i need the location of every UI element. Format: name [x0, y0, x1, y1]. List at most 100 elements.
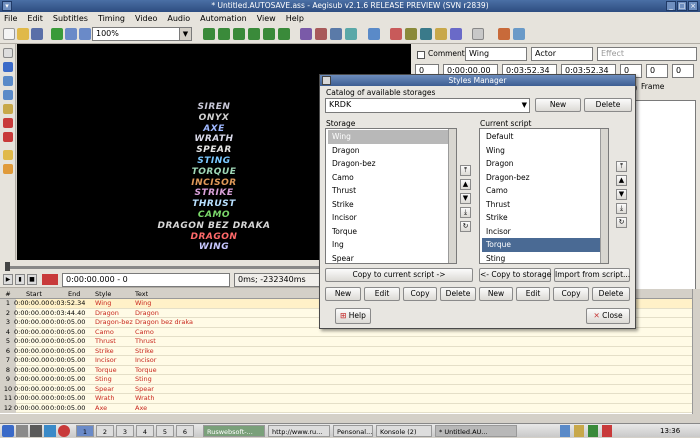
task-browser[interactable]: http://www.ru...: [268, 425, 330, 437]
desktop-pager-6[interactable]: 6: [176, 425, 194, 437]
storage-move-top-icon[interactable]: ⤒: [460, 165, 471, 176]
timing-icon[interactable]: [218, 28, 230, 40]
menu-subtitles[interactable]: Subtitles: [53, 12, 88, 25]
storage-list[interactable]: Wing Dragon Dragon-bez Camo Thrust Strike Inci…: [325, 128, 457, 264]
window-menu-icon[interactable]: ▾: [2, 1, 12, 11]
task-personal[interactable]: Pensonal...: [333, 425, 373, 437]
task-ruswebsoft[interactable]: Ruswebsoft-...: [203, 425, 265, 437]
storage-list-item[interactable]: Dragon: [328, 144, 448, 158]
scale-tool-icon[interactable]: [3, 104, 13, 114]
storage-edit-button[interactable]: Edit: [364, 287, 400, 301]
storage-move-up-icon[interactable]: ▲: [460, 179, 471, 190]
timing-icon[interactable]: [233, 28, 245, 40]
import-from-script-button[interactable]: Import from script...: [554, 268, 630, 282]
effect-field[interactable]: Effect: [597, 47, 697, 61]
vector-clip-icon[interactable]: [3, 132, 13, 142]
storage-list-item[interactable]: Spear: [328, 252, 448, 264]
timing-icon[interactable]: [263, 28, 275, 40]
current-list-item[interactable]: Default: [482, 130, 600, 144]
current-delete-button[interactable]: Delete: [592, 287, 630, 301]
storage-list-item[interactable]: Strike: [328, 198, 448, 212]
table-row[interactable]: 12 0:00:00.00 0:00:05.00 Axe Axe: [0, 403, 692, 413]
table-row[interactable]: 10 0:00:00.00 0:00:05.00 Spear Spear: [0, 384, 692, 394]
catalog-select[interactable]: KRDK ▼: [325, 98, 530, 113]
resample-icon[interactable]: [405, 28, 417, 40]
current-list-item[interactable]: Sting: [482, 252, 600, 264]
table-row[interactable]: 11 0:00:00.00 0:00:05.00 Wrath Wrath: [0, 394, 692, 404]
menu-help[interactable]: Help: [286, 12, 304, 25]
show-desktop-icon[interactable]: [16, 425, 28, 437]
start-menu-icon[interactable]: [2, 425, 14, 437]
help-tool-icon[interactable]: [3, 164, 13, 174]
task-aegisub[interactable]: * Untitled.AU...: [435, 425, 517, 437]
storage-list-item[interactable]: Torque: [328, 225, 448, 239]
translation-icon[interactable]: [390, 28, 402, 40]
kanji-timer-icon[interactable]: [435, 28, 447, 40]
current-move-bottom-icon[interactable]: ⤓: [616, 203, 627, 214]
actor-select[interactable]: Actor: [531, 47, 593, 61]
browser-icon[interactable]: [58, 425, 70, 437]
menu-file[interactable]: File: [4, 12, 17, 25]
current-edit-button[interactable]: Edit: [516, 287, 550, 301]
table-row[interactable]: 7 0:00:00.00 0:00:05.00 Incisor Incisor: [0, 356, 692, 366]
current-list-item[interactable]: Strike: [482, 211, 600, 225]
current-list-item[interactable]: Dragon-bez: [482, 171, 600, 185]
current-new-button[interactable]: New: [479, 287, 513, 301]
current-list-item[interactable]: Wing: [482, 144, 600, 158]
clip-tool-icon[interactable]: [3, 118, 13, 128]
current-script-list[interactable]: Default Wing Dragon Dragon-bez Camo Thrust Str…: [479, 128, 609, 264]
dialog-menu-icon[interactable]: [322, 76, 331, 85]
grid-icon[interactable]: [513, 28, 525, 40]
rotate-z-icon[interactable]: [3, 76, 13, 86]
table-row[interactable]: 8 0:00:00.00 0:00:05.00 Torque Torque: [0, 365, 692, 375]
zoom-select[interactable]: 100% ▼: [92, 27, 192, 41]
minimize-icon[interactable]: _: [666, 1, 676, 11]
storage-move-down-icon[interactable]: ▼: [460, 193, 471, 204]
style-select[interactable]: Wing: [465, 47, 527, 61]
rotate-xy-icon[interactable]: [3, 90, 13, 100]
storage-new-button[interactable]: New: [325, 287, 361, 301]
menu-edit[interactable]: Edit: [27, 12, 43, 25]
margin-vertical-field[interactable]: 0: [672, 64, 694, 78]
desktop-pager-4[interactable]: 4: [136, 425, 154, 437]
styles-manager-icon[interactable]: [300, 28, 312, 40]
tray-volume-icon[interactable]: [574, 425, 584, 437]
attachments-icon[interactable]: [330, 28, 342, 40]
current-list-item[interactable]: Dragon: [482, 157, 600, 171]
desktop-pager-2[interactable]: 2: [96, 425, 114, 437]
catalog-new-button[interactable]: New: [535, 98, 581, 112]
kara-icon[interactable]: [450, 28, 462, 40]
menu-video[interactable]: Video: [135, 12, 157, 25]
current-move-down-icon[interactable]: ▼: [616, 189, 627, 200]
clock[interactable]: 13:36: [660, 424, 680, 438]
current-move-top-icon[interactable]: ⤒: [616, 161, 627, 172]
close-dialog-button[interactable]: ✕ Close: [586, 308, 630, 324]
zoom-in-icon[interactable]: [65, 28, 77, 40]
menu-automation[interactable]: Automation: [200, 12, 247, 25]
storage-copy-button[interactable]: Copy: [403, 287, 437, 301]
table-row[interactable]: 6 0:00:00.00 0:00:05.00 Strike Strike: [0, 346, 692, 356]
margin-right-field[interactable]: 0: [646, 64, 668, 78]
jump-icon[interactable]: [51, 28, 63, 40]
comment-checkbox[interactable]: [417, 51, 425, 59]
storage-scrollbar[interactable]: [448, 129, 456, 263]
zoom-out-icon[interactable]: [79, 28, 91, 40]
timing-post-icon[interactable]: [420, 28, 432, 40]
close-window-icon[interactable]: ×: [688, 1, 698, 11]
table-row[interactable]: 9 0:00:00.00 0:00:05.00 Sting Sting: [0, 375, 692, 385]
current-copy-button[interactable]: Copy: [553, 287, 589, 301]
grid-scrollbar[interactable]: [692, 289, 700, 414]
drag-tool-icon[interactable]: [3, 62, 13, 72]
copy-to-storage-button[interactable]: <- Copy to storage: [479, 268, 551, 282]
task-konsole[interactable]: Konsole (2): [376, 425, 432, 437]
current-list-item[interactable]: Torque: [482, 238, 600, 252]
seek-handle[interactable]: [5, 262, 10, 271]
current-scrollbar[interactable]: [600, 129, 608, 263]
storage-list-item[interactable]: Wing: [328, 130, 448, 144]
table-row[interactable]: 5 0:00:00.00 0:00:05.00 Thrust Thrust: [0, 337, 692, 347]
menu-audio[interactable]: Audio: [167, 12, 190, 25]
menu-view[interactable]: View: [257, 12, 276, 25]
copy-to-current-button[interactable]: Copy to current script ->: [325, 268, 473, 282]
current-list-item[interactable]: Thrust: [482, 198, 600, 212]
tray-clipboard-icon[interactable]: [602, 425, 612, 437]
